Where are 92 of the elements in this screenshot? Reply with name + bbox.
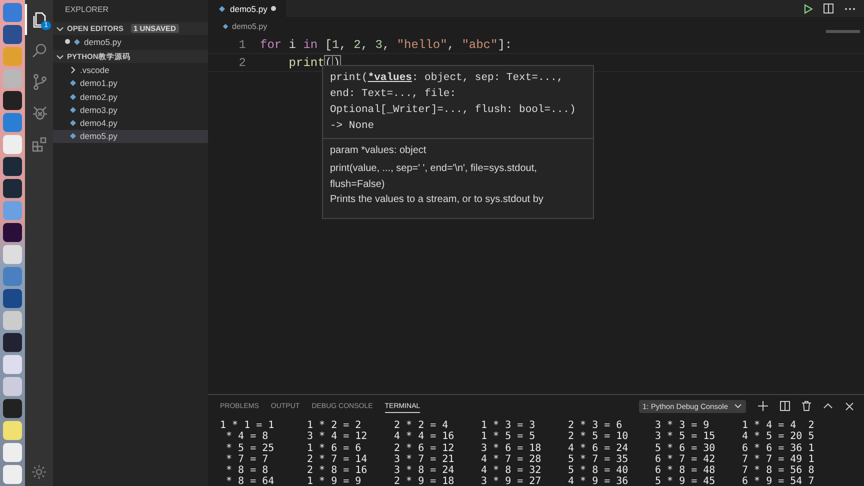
terminal-output: 6 * 9 = 54 7	[742, 476, 816, 486]
terminal-output: 1 * 2 = 2	[307, 420, 362, 432]
dock-app-icon[interactable]	[3, 25, 22, 44]
split-terminal-icon[interactable]	[780, 401, 790, 411]
dock-app-icon[interactable]	[3, 223, 22, 242]
chevron-down-icon	[734, 402, 742, 410]
settings-icon[interactable]	[31, 464, 47, 480]
terminal-output: 1 * 9 = 9	[307, 476, 362, 486]
terminal-output: 4 * 4 = 16	[394, 431, 456, 443]
terminal-output: 1 * 1 = 1	[220, 420, 276, 432]
code-line: for i in [1, 2, 3, "hello", "abc"]:	[260, 38, 512, 52]
terminal-output: * 7 = 7	[225, 454, 270, 466]
file-name: .vscode	[80, 64, 110, 75]
doc-text: print(value, ..., sep=' ', end='\n', file=sys.stdout, flush=False)	[330, 162, 538, 192]
terminal-output: 4 * 5 = 20 5	[742, 431, 816, 443]
terminal-output: 7 * 7 = 49 1	[742, 454, 816, 466]
python-file-icon	[218, 4, 226, 12]
dock-app-icon[interactable]	[3, 333, 22, 352]
more-icon[interactable]	[844, 6, 856, 10]
dock-app-icon[interactable]	[3, 289, 22, 308]
terminal-output: 2 * 9 = 18	[394, 476, 456, 486]
terminal-output: * 8 = 8	[225, 465, 270, 476]
source-control-icon	[31, 72, 49, 90]
dock-app-icon[interactable]	[3, 399, 22, 418]
terminal-output: 6 * 8 = 48	[655, 465, 716, 476]
file-tree-item[interactable]: demo1.py	[53, 76, 208, 90]
terminal-output: 6 * 6 = 36 1	[742, 442, 816, 454]
file-name: demo4.py	[80, 118, 118, 128]
python-file-icon	[222, 23, 229, 30]
close-icon[interactable]	[845, 402, 854, 410]
terminal-output: 3 * 5 = 15	[655, 431, 716, 443]
line-number: 1	[238, 38, 247, 52]
terminal-output: 4 * 9 = 36	[568, 476, 630, 486]
extensions-icon	[31, 134, 49, 152]
python-file-icon	[73, 38, 81, 46]
file-name: demo3.py	[80, 104, 118, 115]
terminal-output: 5 * 8 = 40	[568, 465, 630, 476]
terminal-output: 2 * 8 = 16	[307, 465, 368, 476]
dock-app-icon[interactable]	[3, 179, 22, 198]
terminal-output: 5 * 7 = 35	[568, 454, 630, 466]
parameter-doc: param *values: object	[330, 144, 428, 158]
sidebar-title: EXPLORER	[64, 4, 110, 16]
terminal-output: 5 * 6 = 30	[655, 442, 716, 454]
terminal-output: 4 * 6 = 24	[568, 442, 630, 454]
terminal-output: 3 * 6 = 18	[481, 442, 542, 454]
file-name: demo2.py	[80, 92, 118, 102]
terminal-output: 7 * 8 = 56 8	[742, 465, 816, 476]
trash-icon[interactable]	[802, 401, 811, 411]
breadcrumb[interactable]: demo5.py	[222, 20, 268, 32]
terminal-output: 6 * 7 = 42	[655, 454, 716, 466]
terminal-output: 1 * 4 = 4 2	[742, 420, 816, 432]
doc-text: Prints the values to a stream, or to sys.stdout by	[330, 193, 544, 207]
terminal-output: 3 * 8 = 24	[394, 465, 456, 476]
file-name: demo5.py	[80, 131, 118, 142]
chevron-up-icon[interactable]	[823, 403, 833, 409]
terminal-output: 2 * 6 = 12	[394, 442, 456, 454]
dock-app-icon[interactable]	[3, 91, 22, 110]
file-name: demo1.py	[80, 78, 118, 88]
file-tree-item[interactable]: demo5.py	[53, 130, 208, 144]
line-number: 2	[238, 56, 247, 70]
terminal-output: 3 * 7 = 21	[394, 454, 456, 466]
terminal-output: 1 * 5 = 5	[481, 431, 536, 443]
terminal-output: * 8 = 64	[225, 476, 276, 486]
terminal-output: 2 * 3 = 6	[568, 420, 624, 432]
plus-icon[interactable]	[758, 401, 768, 411]
run-icon[interactable]	[803, 4, 813, 14]
editor-tab[interactable]: demo5.py	[208, 0, 286, 17]
file-tree-item[interactable]: demo2.py	[53, 90, 208, 104]
terminal-output: * 4 = 8	[225, 431, 270, 443]
terminal-output: 3 * 4 = 12	[307, 431, 368, 443]
debug-icon	[31, 104, 49, 122]
search-icon	[31, 42, 49, 60]
terminal-output: 1 * 6 = 6	[307, 442, 362, 454]
terminal-output: 5 * 9 = 45	[655, 476, 716, 486]
file-tree-item[interactable]: .vscode	[53, 63, 208, 77]
terminal-output: * 5 = 25	[225, 442, 276, 454]
terminal-output: 1 * 3 = 3	[481, 420, 536, 432]
signature-text: print(*values: object, sep: Text=..., end: Text=..., file: Optional[_Writer]=..., flush: bool=...) -> None	[330, 71, 577, 134]
terminal-output: 2 * 2 = 4	[394, 420, 450, 432]
terminal-output: 2 * 5 = 10	[568, 431, 630, 443]
file-tree-item[interactable]: demo4.py	[53, 116, 208, 130]
terminal-output: 4 * 8 = 32	[481, 465, 542, 476]
split-editor-icon[interactable]	[823, 3, 834, 14]
file-tree-item[interactable]: demo3.py	[53, 103, 208, 116]
terminal-output: 4 * 7 = 28	[481, 454, 542, 466]
terminal-output: 3 * 3 = 9	[655, 420, 710, 432]
minimap-drawing	[826, 30, 860, 33]
file-name: demo5.py	[84, 36, 122, 47]
terminal-output: 3 * 9 = 27	[481, 476, 542, 486]
file-tree-item[interactable]: demo5.py	[53, 35, 208, 48]
terminal-output: 2 * 7 = 14	[307, 454, 368, 466]
dock-app-icon[interactable]	[3, 157, 22, 176]
